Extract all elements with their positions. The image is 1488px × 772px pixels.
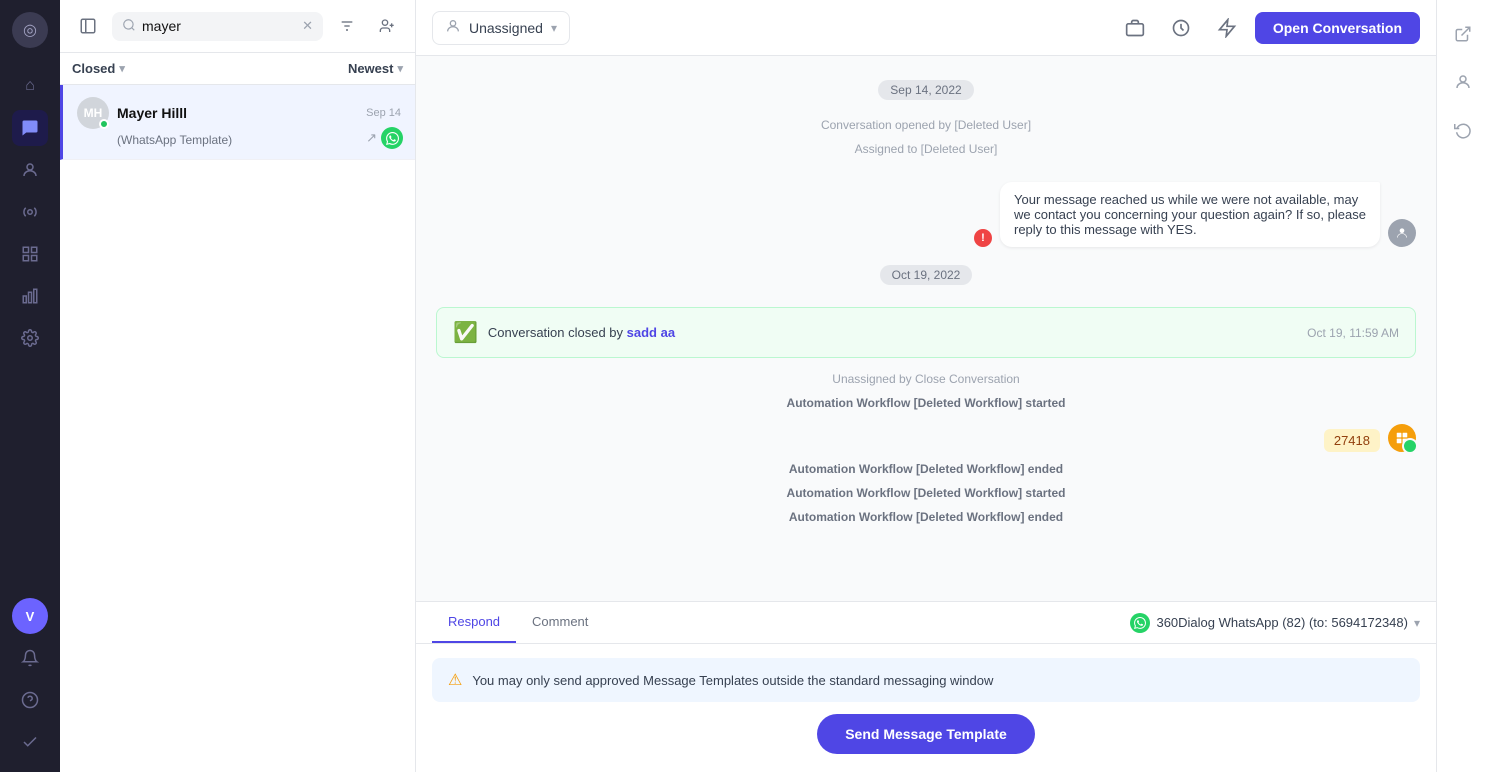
chat-messages: Sep 14, 2022 Conversation opened by [Del… bbox=[416, 56, 1436, 601]
tab-comment[interactable]: Comment bbox=[516, 602, 604, 643]
check-circle-icon: ✅ bbox=[453, 320, 478, 345]
online-status-dot bbox=[99, 119, 109, 129]
logo-icon[interactable]: ◎ bbox=[12, 12, 48, 48]
integrations-icon[interactable] bbox=[12, 236, 48, 272]
conv-closed-text: Conversation closed by sadd aa bbox=[488, 325, 675, 340]
lightning-icon[interactable] bbox=[1209, 10, 1245, 46]
filter-icon[interactable] bbox=[331, 10, 363, 42]
date-badge-sep: Sep 14, 2022 bbox=[878, 80, 973, 100]
automation-msg-4: Automation Workflow [Deleted Workflow] e… bbox=[789, 510, 1063, 524]
system-msg-assigned: Assigned to [Deleted User] bbox=[855, 142, 998, 156]
chat-main: Unassigned ▾ Open Conversation Sep 14, 2… bbox=[416, 0, 1436, 772]
help-icon[interactable] bbox=[12, 682, 48, 718]
conv-icons: ↗ bbox=[366, 127, 403, 149]
timer-icon[interactable] bbox=[1163, 10, 1199, 46]
sort-filter-chevron: ▾ bbox=[397, 62, 403, 75]
conv-preview: (WhatsApp Template) bbox=[77, 133, 401, 147]
conv-closed-time: Oct 19, 11:59 AM bbox=[1307, 326, 1399, 340]
conv-avatar: MH bbox=[77, 97, 109, 129]
external-link-icon[interactable] bbox=[1445, 16, 1481, 52]
right-sidebar bbox=[1436, 0, 1488, 772]
compose-tabs: Respond Comment 360Dialog WhatsApp (82) … bbox=[416, 602, 1436, 644]
conversation-panel: ✕ Closed ▾ Newest ▾ MH Mayer Hilll bbox=[60, 0, 416, 772]
chat-icon[interactable] bbox=[12, 110, 48, 146]
conv-closed-banner: ✅ Conversation closed by sadd aa Oct 19,… bbox=[436, 307, 1416, 358]
open-conversation-button[interactable]: Open Conversation bbox=[1255, 12, 1420, 44]
date-badge-oct: Oct 19, 2022 bbox=[880, 265, 973, 285]
contacts-icon[interactable] bbox=[12, 152, 48, 188]
number-badge: 27418 bbox=[1324, 429, 1380, 452]
whatsapp-channel-icon bbox=[1130, 613, 1150, 633]
conv-panel-header: ✕ bbox=[60, 0, 415, 53]
filter-row: Closed ▾ Newest ▾ bbox=[60, 53, 415, 85]
search-box: ✕ bbox=[112, 12, 323, 41]
user-icon bbox=[445, 18, 461, 38]
channel-chevron: ▾ bbox=[1414, 616, 1420, 630]
assigned-select[interactable]: Unassigned ▾ bbox=[432, 11, 570, 45]
number-msg-row: 27418 bbox=[436, 424, 1416, 452]
assigned-chevron: ▾ bbox=[551, 21, 557, 35]
status-filter[interactable]: Closed ▾ bbox=[72, 61, 125, 76]
history-icon[interactable] bbox=[1445, 112, 1481, 148]
outbound-msg-row: ! Your message reached us while we were … bbox=[436, 182, 1416, 247]
sender-avatar bbox=[1388, 219, 1416, 247]
home-icon[interactable]: ⌂ bbox=[12, 68, 48, 104]
icon-sidebar: ◎ ⌂ V bbox=[0, 0, 60, 772]
tab-respond[interactable]: Respond bbox=[432, 602, 516, 643]
compose-body: ⚠ You may only send approved Message Tem… bbox=[416, 644, 1436, 772]
template-notice: ⚠ You may only send approved Message Tem… bbox=[432, 658, 1420, 702]
conversation-item[interactable]: MH Mayer Hilll Sep 14 (WhatsApp Template… bbox=[60, 85, 415, 160]
compose-tab-group: Respond Comment bbox=[432, 602, 604, 643]
whatsapp-badge bbox=[381, 127, 403, 149]
clear-search-icon[interactable]: ✕ bbox=[302, 18, 313, 34]
error-dot: ! bbox=[974, 229, 992, 247]
system-msg-opened: Conversation opened by [Deleted User] bbox=[821, 118, 1031, 132]
header-actions: Open Conversation bbox=[1117, 10, 1420, 46]
conv-item-name: MH Mayer Hilll bbox=[77, 97, 187, 129]
bell-icon[interactable] bbox=[12, 640, 48, 676]
compose-area: Respond Comment 360Dialog WhatsApp (82) … bbox=[416, 601, 1436, 772]
conv-closed-left: ✅ Conversation closed by sadd aa bbox=[453, 320, 675, 345]
outbound-bubble: Your message reached us while we were no… bbox=[1000, 182, 1380, 247]
briefcase-icon[interactable] bbox=[1117, 10, 1153, 46]
user-avatar[interactable]: V bbox=[12, 598, 48, 634]
automation-avatar bbox=[1388, 424, 1416, 452]
toggle-sidebar-icon[interactable] bbox=[72, 10, 104, 42]
automation-msg-1: Automation Workflow [Deleted Workflow] s… bbox=[787, 396, 1066, 410]
search-input[interactable] bbox=[142, 18, 296, 34]
person-link-icon[interactable] bbox=[1445, 64, 1481, 100]
conv-date: Sep 14 bbox=[366, 107, 401, 119]
send-template-button[interactable]: Send Message Template bbox=[817, 714, 1035, 754]
arrow-icon: ↗ bbox=[366, 130, 377, 146]
settings-icon[interactable] bbox=[12, 320, 48, 356]
check-all-icon[interactable] bbox=[12, 724, 48, 760]
broadcast-icon[interactable] bbox=[12, 194, 48, 230]
search-icon bbox=[122, 18, 136, 35]
automation-msg-3: Automation Workflow [Deleted Workflow] s… bbox=[787, 486, 1066, 500]
reports-icon[interactable] bbox=[12, 278, 48, 314]
automation-msg-2: Automation Workflow [Deleted Workflow] e… bbox=[789, 462, 1063, 476]
info-icon: ⚠ bbox=[448, 670, 462, 690]
sort-filter[interactable]: Newest ▾ bbox=[348, 61, 403, 76]
status-filter-chevron: ▾ bbox=[119, 62, 125, 75]
chat-header: Unassigned ▾ Open Conversation bbox=[416, 0, 1436, 56]
add-conversation-icon[interactable] bbox=[371, 10, 403, 42]
unassigned-msg: Unassigned by Close Conversation bbox=[832, 372, 1019, 386]
channel-select[interactable]: 360Dialog WhatsApp (82) (to: 5694172348)… bbox=[1130, 613, 1420, 633]
